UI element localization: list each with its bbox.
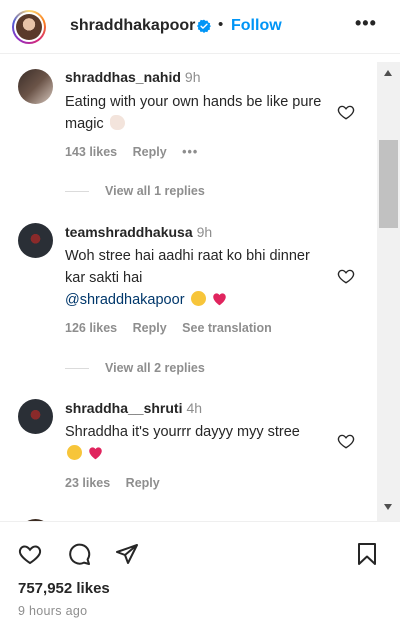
comment-options-button[interactable]: ••• <box>182 145 198 159</box>
comment-meta: 23 likes Reply <box>65 476 172 490</box>
comments-scrollbar[interactable] <box>377 62 400 521</box>
follow-button[interactable]: Follow <box>231 17 282 35</box>
comment-bubble-icon[interactable] <box>67 542 91 566</box>
post-timestamp[interactable]: 9 hours ago <box>18 604 87 618</box>
comment-time: 9h <box>184 69 201 85</box>
post-header: shraddhakapoor • Follow ••• <box>0 0 400 54</box>
comment-time: 9h <box>196 224 213 240</box>
reply-button[interactable]: Reply <box>133 321 167 335</box>
view-replies-button[interactable]: View all 2 replies <box>65 361 205 375</box>
comment-meta: 126 likes Reply See translation <box>65 321 284 335</box>
profile-avatar[interactable] <box>12 10 46 44</box>
mention-link[interactable]: @shraddhakapoor <box>65 292 185 308</box>
comment-meta: 143 likes Reply ••• <box>65 145 210 159</box>
commenter-avatar[interactable] <box>18 399 53 434</box>
post-author-username[interactable]: shraddhakapoor <box>70 17 195 35</box>
see-translation-button[interactable]: See translation <box>182 321 272 335</box>
scrollbar-thumb[interactable] <box>379 140 398 228</box>
save-bookmark-icon[interactable] <box>355 542 379 566</box>
laughing-face-emoji-icon <box>190 291 206 306</box>
avatar-photo <box>16 14 42 40</box>
post-actions-footer: 757,952 likes 9 hours ago <box>0 521 400 628</box>
comment-username[interactable]: teamshraddhakusa 9h <box>65 224 212 240</box>
more-options-button[interactable]: ••• <box>355 13 377 34</box>
comment-username[interactable]: shraddha__shruti 4h <box>65 400 202 416</box>
red-heart-emoji-icon <box>212 293 226 306</box>
comment-text: Eating with your own hands be like pure … <box>65 94 322 132</box>
like-heart-icon[interactable] <box>18 542 42 566</box>
red-heart-emoji-icon <box>89 447 102 460</box>
comment-likes-count[interactable]: 126 likes <box>65 321 117 335</box>
view-replies-button[interactable]: View all 1 replies <box>65 184 205 198</box>
comment-text: Shraddha it's yourrr dayyy myy stree <box>65 421 330 465</box>
replies-divider-line <box>65 368 89 370</box>
like-comment-heart-icon[interactable] <box>337 432 355 450</box>
comment-likes-count[interactable]: 143 likes <box>65 145 117 159</box>
header-separator: • <box>218 16 224 33</box>
commenter-avatar[interactable] <box>18 69 53 104</box>
winking-tongue-face-emoji-icon <box>67 445 82 460</box>
verified-badge-icon <box>197 19 211 33</box>
like-comment-heart-icon[interactable] <box>337 103 355 121</box>
reply-button[interactable]: Reply <box>126 476 160 490</box>
comment-time: 4h <box>186 400 203 416</box>
comment-text: Woh stree hai aadhi raat ko bhi dinner k… <box>65 248 310 308</box>
commenter-avatar[interactable] <box>18 223 53 258</box>
comment-likes-count[interactable]: 23 likes <box>65 476 110 490</box>
scroll-down-arrow-icon[interactable] <box>384 504 392 510</box>
folded-hands-emoji-icon <box>109 115 125 130</box>
scroll-up-arrow-icon[interactable] <box>384 70 392 76</box>
share-paper-plane-icon[interactable] <box>115 542 139 566</box>
reply-button[interactable]: Reply <box>133 145 167 159</box>
like-comment-heart-icon[interactable] <box>337 267 355 285</box>
comment-username[interactable]: shraddhas_nahid 9h <box>65 69 201 85</box>
replies-divider-line <box>65 191 89 193</box>
comments-list[interactable]: shraddhas_nahid 9h Eating with your own h… <box>0 55 376 521</box>
post-likes-count[interactable]: 757,952 likes <box>18 580 110 597</box>
